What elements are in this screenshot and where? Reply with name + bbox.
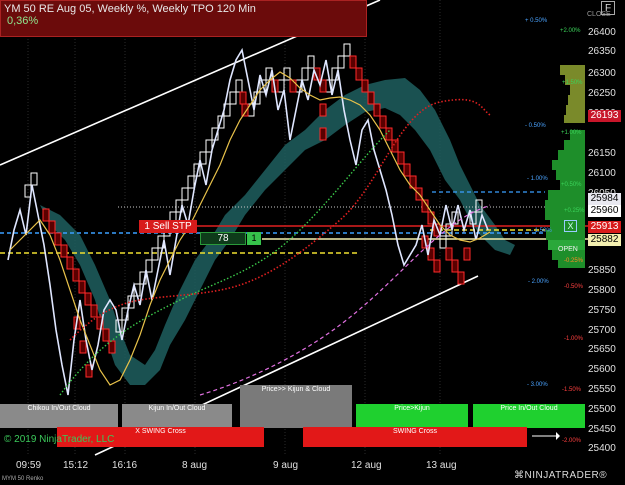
signal-kijun-cloud: Kijun In/Out Cloud <box>122 404 232 428</box>
percent-label: -0.25% <box>564 258 584 264</box>
close-axis-label: CLOSE <box>587 11 611 18</box>
signal-price-kijun-cloud: Price>> Kijun & Cloud <box>240 385 352 428</box>
percent-label: -1.00% <box>564 336 584 342</box>
signal-swing-cross: SWING Cross <box>303 427 527 447</box>
percent-label: +1.00% <box>561 130 582 136</box>
close-order-button[interactable]: X <box>564 220 577 232</box>
price-badge-last: 26193 <box>588 110 621 122</box>
price-tick: 25850 <box>588 265 616 276</box>
open-label: OPEN <box>558 246 578 253</box>
order-quantity-button[interactable]: 1 <box>247 232 261 245</box>
price-badge-level: 25984 <box>588 193 621 205</box>
price-tick: 25600 <box>588 364 616 375</box>
price-tick: 25700 <box>588 325 616 336</box>
indicator-title: YM 50 RE Aug 05, Weekly %, Weekly TPO 12… <box>4 3 256 15</box>
percent-label: -0.50% <box>564 284 584 290</box>
percent-label: -1.50% <box>562 387 582 393</box>
sell-stop-order-label[interactable]: 1 Sell STP <box>139 220 197 233</box>
time-tick: 12 aug <box>351 460 382 471</box>
percent-label: - 0.50% <box>525 123 546 129</box>
time-tick: 13 aug <box>426 460 457 471</box>
price-tick: 26350 <box>588 46 616 57</box>
price-tick: 25450 <box>588 424 616 435</box>
percent-label: + 0.50% <box>525 18 548 24</box>
time-tick: 8 aug <box>182 460 208 471</box>
order-quantity[interactable]: 78 <box>200 232 246 245</box>
percent-label: -2.00% <box>562 438 582 444</box>
signal-price-kijun: Price>Kijun <box>356 404 468 428</box>
copyright-text: © 2019 NinjaTrader, LLC <box>4 434 115 445</box>
signal-price-cloud: Price In/Out Cloud <box>473 404 585 428</box>
price-tick: 25500 <box>588 404 616 415</box>
time-tick: 9 aug <box>273 460 299 471</box>
percent-label: +0.25% <box>564 208 585 214</box>
price-badge-entry: 25882 <box>588 234 621 246</box>
time-tick: 09:59 <box>16 460 42 471</box>
instrument-label: MYM 50 Renko <box>2 476 44 482</box>
percent-label: +2.00% <box>560 28 581 34</box>
price-badge-sell-stop: 25913 <box>588 221 621 233</box>
arrow-right-icon <box>532 432 560 440</box>
price-tick: 26250 <box>588 88 616 99</box>
indicator-change: 0,36% <box>7 15 39 27</box>
price-tick: 26150 <box>588 148 616 159</box>
percent-label: +0.50% <box>561 182 582 188</box>
time-tick: 16:16 <box>112 460 138 471</box>
ninjatrader-logo: ⌘NINJATRADER® <box>514 470 608 481</box>
price-tick: 26400 <box>588 27 616 38</box>
green-dotted-average <box>59 129 391 396</box>
percent-label: - 2.00% <box>528 279 549 285</box>
tpo-profile <box>545 65 585 268</box>
percent-label: +1.50% <box>562 80 583 86</box>
price-tick: 26300 <box>588 68 616 79</box>
price-tick: 25800 <box>588 285 616 296</box>
price-tick: 25400 <box>588 443 616 454</box>
signal-chikou-cloud: Chikou In/Out Cloud <box>0 404 118 428</box>
time-tick: 15:12 <box>63 460 89 471</box>
price-tick: 25550 <box>588 384 616 395</box>
price-tick: 26100 <box>588 168 616 179</box>
price-badge-current: 25960 <box>588 205 621 217</box>
price-tick: 25750 <box>588 305 616 316</box>
indicator-title-panel: YM 50 RE Aug 05, Weekly %, Weekly TPO 12… <box>0 0 367 37</box>
price-tick: 25650 <box>588 344 616 355</box>
percent-label: - 1.00% <box>527 176 548 182</box>
percent-label: - 1.50% <box>531 228 552 234</box>
percent-label: - 3.00% <box>527 382 548 388</box>
